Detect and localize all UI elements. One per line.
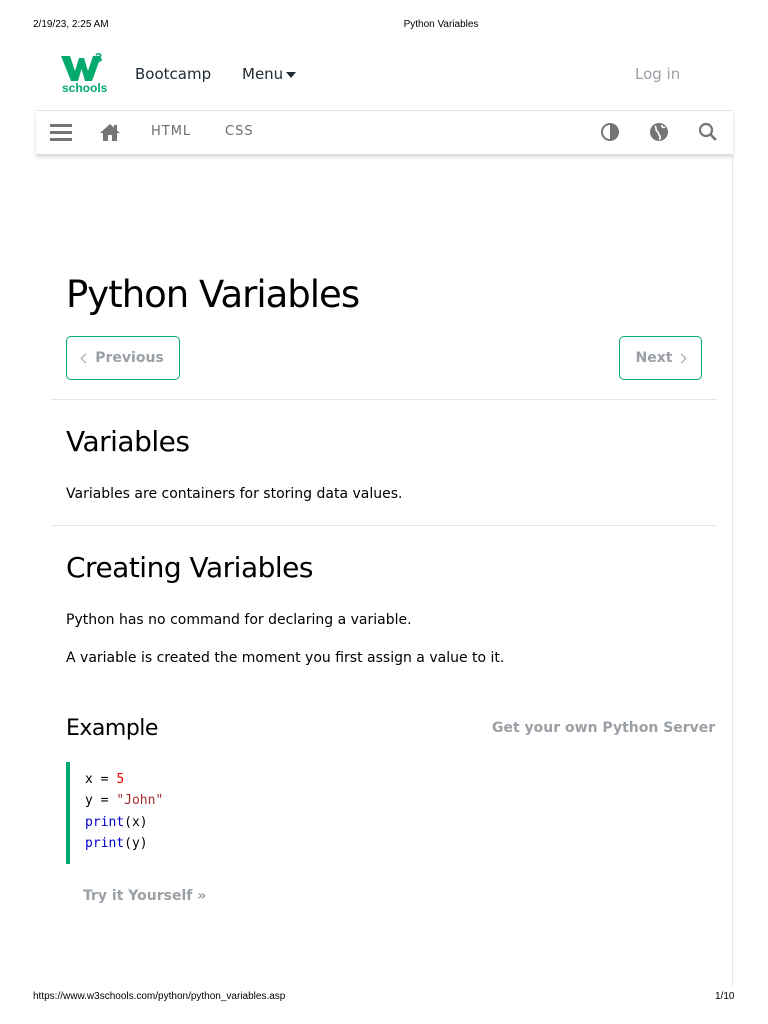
code-line: y = "John" [85,793,163,808]
divider [51,399,717,400]
code-number: 5 [116,772,125,787]
code-function: print [85,836,125,851]
code-line: print(y) [85,836,148,851]
code-args: (x) [124,815,148,830]
previous-button[interactable]: Previous [66,336,180,380]
caret-down-icon [286,71,297,78]
print-page-number: 1/10 [715,991,735,1002]
try-it-yourself-button[interactable]: Try it Yourself » [83,888,206,904]
menu-label: Menu [242,65,284,83]
contrast-icon[interactable] [598,121,622,143]
bootcamp-link[interactable]: Bootcamp [135,65,211,83]
section-paragraph: Python has no command for declaring a va… [66,612,412,628]
code-line: x = 5 [85,772,124,787]
page: 3 schools Bootcamp Menu Log in HTML CSS [36,40,733,986]
logo-superscript: 3 [95,50,103,65]
section-paragraph: Variables are containers for storing dat… [66,486,403,502]
section-heading: Variables [66,425,190,458]
section-heading: Creating Variables [66,551,313,584]
code-text: y = [85,793,117,808]
subnav-html[interactable]: HTML [151,124,191,139]
sub-navbar: HTML CSS [36,110,733,154]
code-function: print [85,815,125,830]
next-button[interactable]: Next [619,336,702,380]
logo-text: schools [62,81,108,95]
search-icon[interactable] [696,121,720,143]
next-label: Next [635,350,673,366]
code-string: "John" [116,793,164,808]
code-example: x = 5 y = "John" print(x) print(y) [66,762,702,864]
divider [51,525,717,526]
code-line: print(x) [85,815,148,830]
page-title: Python Variables [66,273,360,316]
chevron-right-icon [677,353,687,363]
subnav-css[interactable]: CSS [225,124,254,139]
top-navbar: 3 schools Bootcamp Menu Log in [36,40,733,110]
example-title: Example [66,716,158,741]
menu-icon[interactable] [49,121,73,143]
login-link[interactable]: Log in [635,65,680,83]
code-text: x = [85,772,117,787]
code-args: (y) [124,836,148,851]
chevron-left-icon [80,353,91,363]
get-python-server-link[interactable]: Get your own Python Server [492,720,715,736]
globe-icon[interactable] [647,121,671,143]
print-url: https://www.w3schools.com/python/python_… [33,991,286,1002]
home-icon[interactable] [98,121,122,143]
print-title: Python Variables [403,19,479,30]
w3schools-logo[interactable]: 3 schools [61,50,109,96]
section-paragraph: A variable is created the moment you fir… [66,650,505,666]
menu-dropdown[interactable]: Menu [242,65,297,83]
previous-label: Previous [95,350,164,366]
